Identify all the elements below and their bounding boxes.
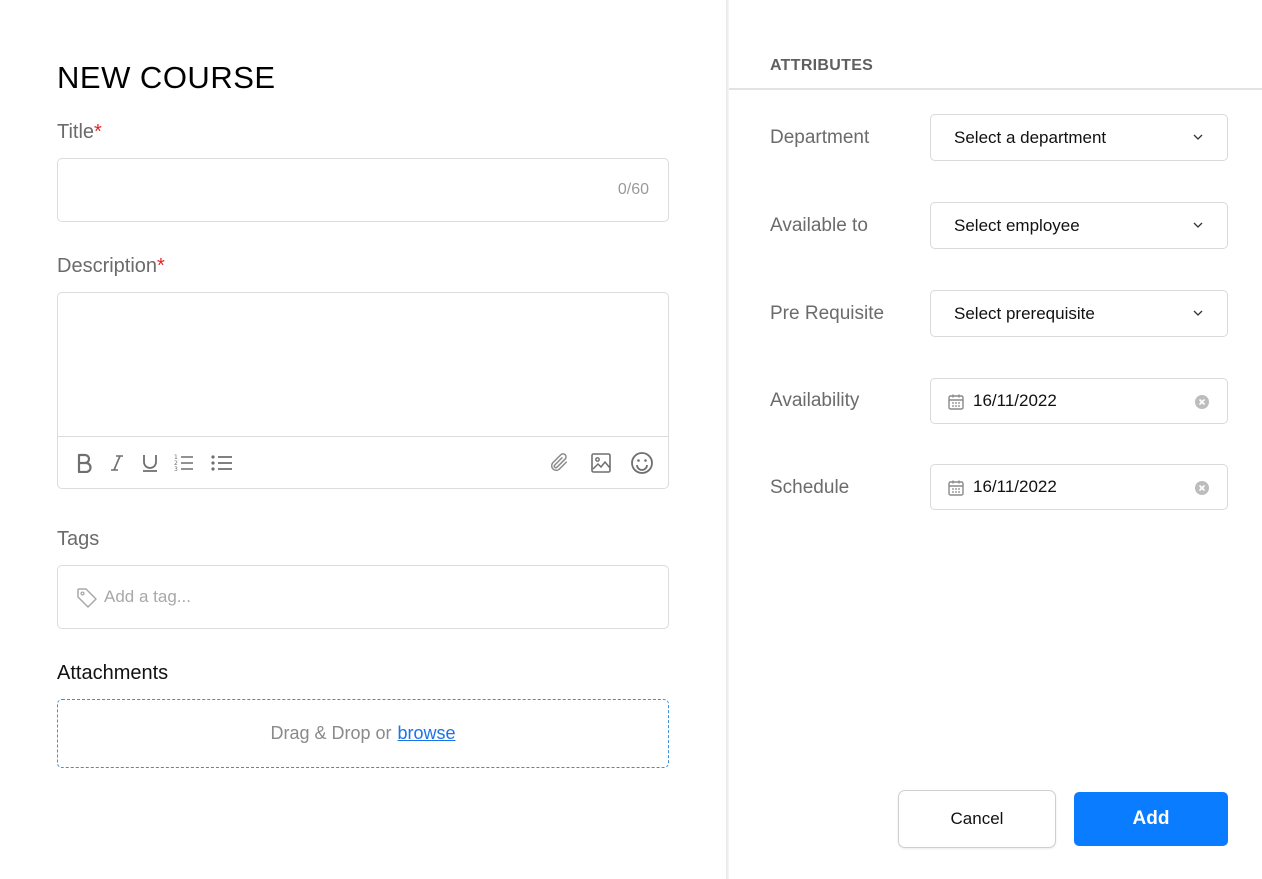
employee-select-value: Select employee [954, 216, 1080, 235]
chevron-down-icon [1191, 218, 1205, 232]
tag-input[interactable] [104, 566, 644, 628]
required-mark: * [94, 121, 102, 143]
prerequisite-select[interactable]: Select prerequisite [930, 290, 1228, 337]
prerequisite-select-value: Select prerequisite [954, 304, 1095, 323]
required-mark: * [157, 255, 165, 277]
svg-text:3: 3 [174, 466, 178, 473]
chevron-down-icon [1191, 130, 1205, 144]
employee-select[interactable]: Select employee [930, 202, 1228, 249]
schedule-date-field[interactable] [930, 464, 1228, 510]
department-select[interactable]: Select a department [930, 114, 1228, 161]
italic-icon[interactable] [105, 451, 129, 475]
drop-zone-text: Drag & Drop or [270, 723, 392, 743]
bullet-list-icon[interactable] [210, 451, 234, 475]
description-input[interactable] [58, 293, 668, 436]
tags-label: Tags [57, 528, 100, 550]
attachments-label: Attachments [57, 662, 169, 684]
department-select-value: Select a department [954, 128, 1107, 147]
title-field[interactable]: 0/60 [57, 158, 669, 222]
department-label: Department [770, 127, 870, 148]
browse-link[interactable]: browse [398, 723, 456, 744]
emoji-icon[interactable] [630, 451, 654, 475]
bold-icon[interactable] [72, 451, 96, 475]
availability-date-input[interactable] [973, 379, 1173, 423]
title-char-count: 0/60 [617, 181, 649, 198]
description-editor: 123 [57, 292, 669, 489]
title-label-text: Title [57, 121, 95, 143]
description-text-area[interactable] [58, 293, 668, 437]
calendar-icon [947, 479, 965, 497]
availability-date-field[interactable] [930, 378, 1228, 424]
attributes-panel: ATTRIBUTES Department Select a departmen… [729, 0, 1262, 879]
prerequisite-label: Pre Requisite [770, 303, 885, 324]
available-to-label: Available to [770, 215, 868, 236]
chevron-down-icon [1191, 306, 1205, 320]
availability-label: Availability [770, 390, 860, 411]
clear-icon[interactable] [1194, 394, 1210, 410]
description-label: Description* [57, 255, 165, 278]
calendar-icon [947, 393, 965, 411]
tag-icon [76, 587, 98, 609]
cancel-button[interactable]: Cancel [898, 790, 1056, 848]
description-label-text: Description [57, 255, 158, 277]
attachment-icon[interactable] [547, 451, 571, 475]
ordered-list-icon[interactable]: 123 [172, 451, 196, 475]
page-title: NEW COURSE [57, 60, 276, 95]
attributes-divider [729, 88, 1262, 90]
schedule-label: Schedule [770, 477, 850, 498]
schedule-date-input[interactable] [973, 465, 1173, 509]
course-form-panel: NEW COURSE Title* 0/60 Description* 123 [0, 0, 726, 879]
attributes-header: ATTRIBUTES [770, 57, 874, 74]
add-button[interactable]: Add [1074, 792, 1228, 846]
image-icon[interactable] [589, 451, 613, 475]
underline-icon[interactable] [138, 451, 162, 475]
tags-field[interactable] [57, 565, 669, 629]
title-label: Title* [57, 121, 102, 144]
attachment-drop-zone[interactable]: Drag & Drop or browse [57, 699, 669, 768]
title-input[interactable] [74, 159, 594, 221]
clear-icon[interactable] [1194, 480, 1210, 496]
